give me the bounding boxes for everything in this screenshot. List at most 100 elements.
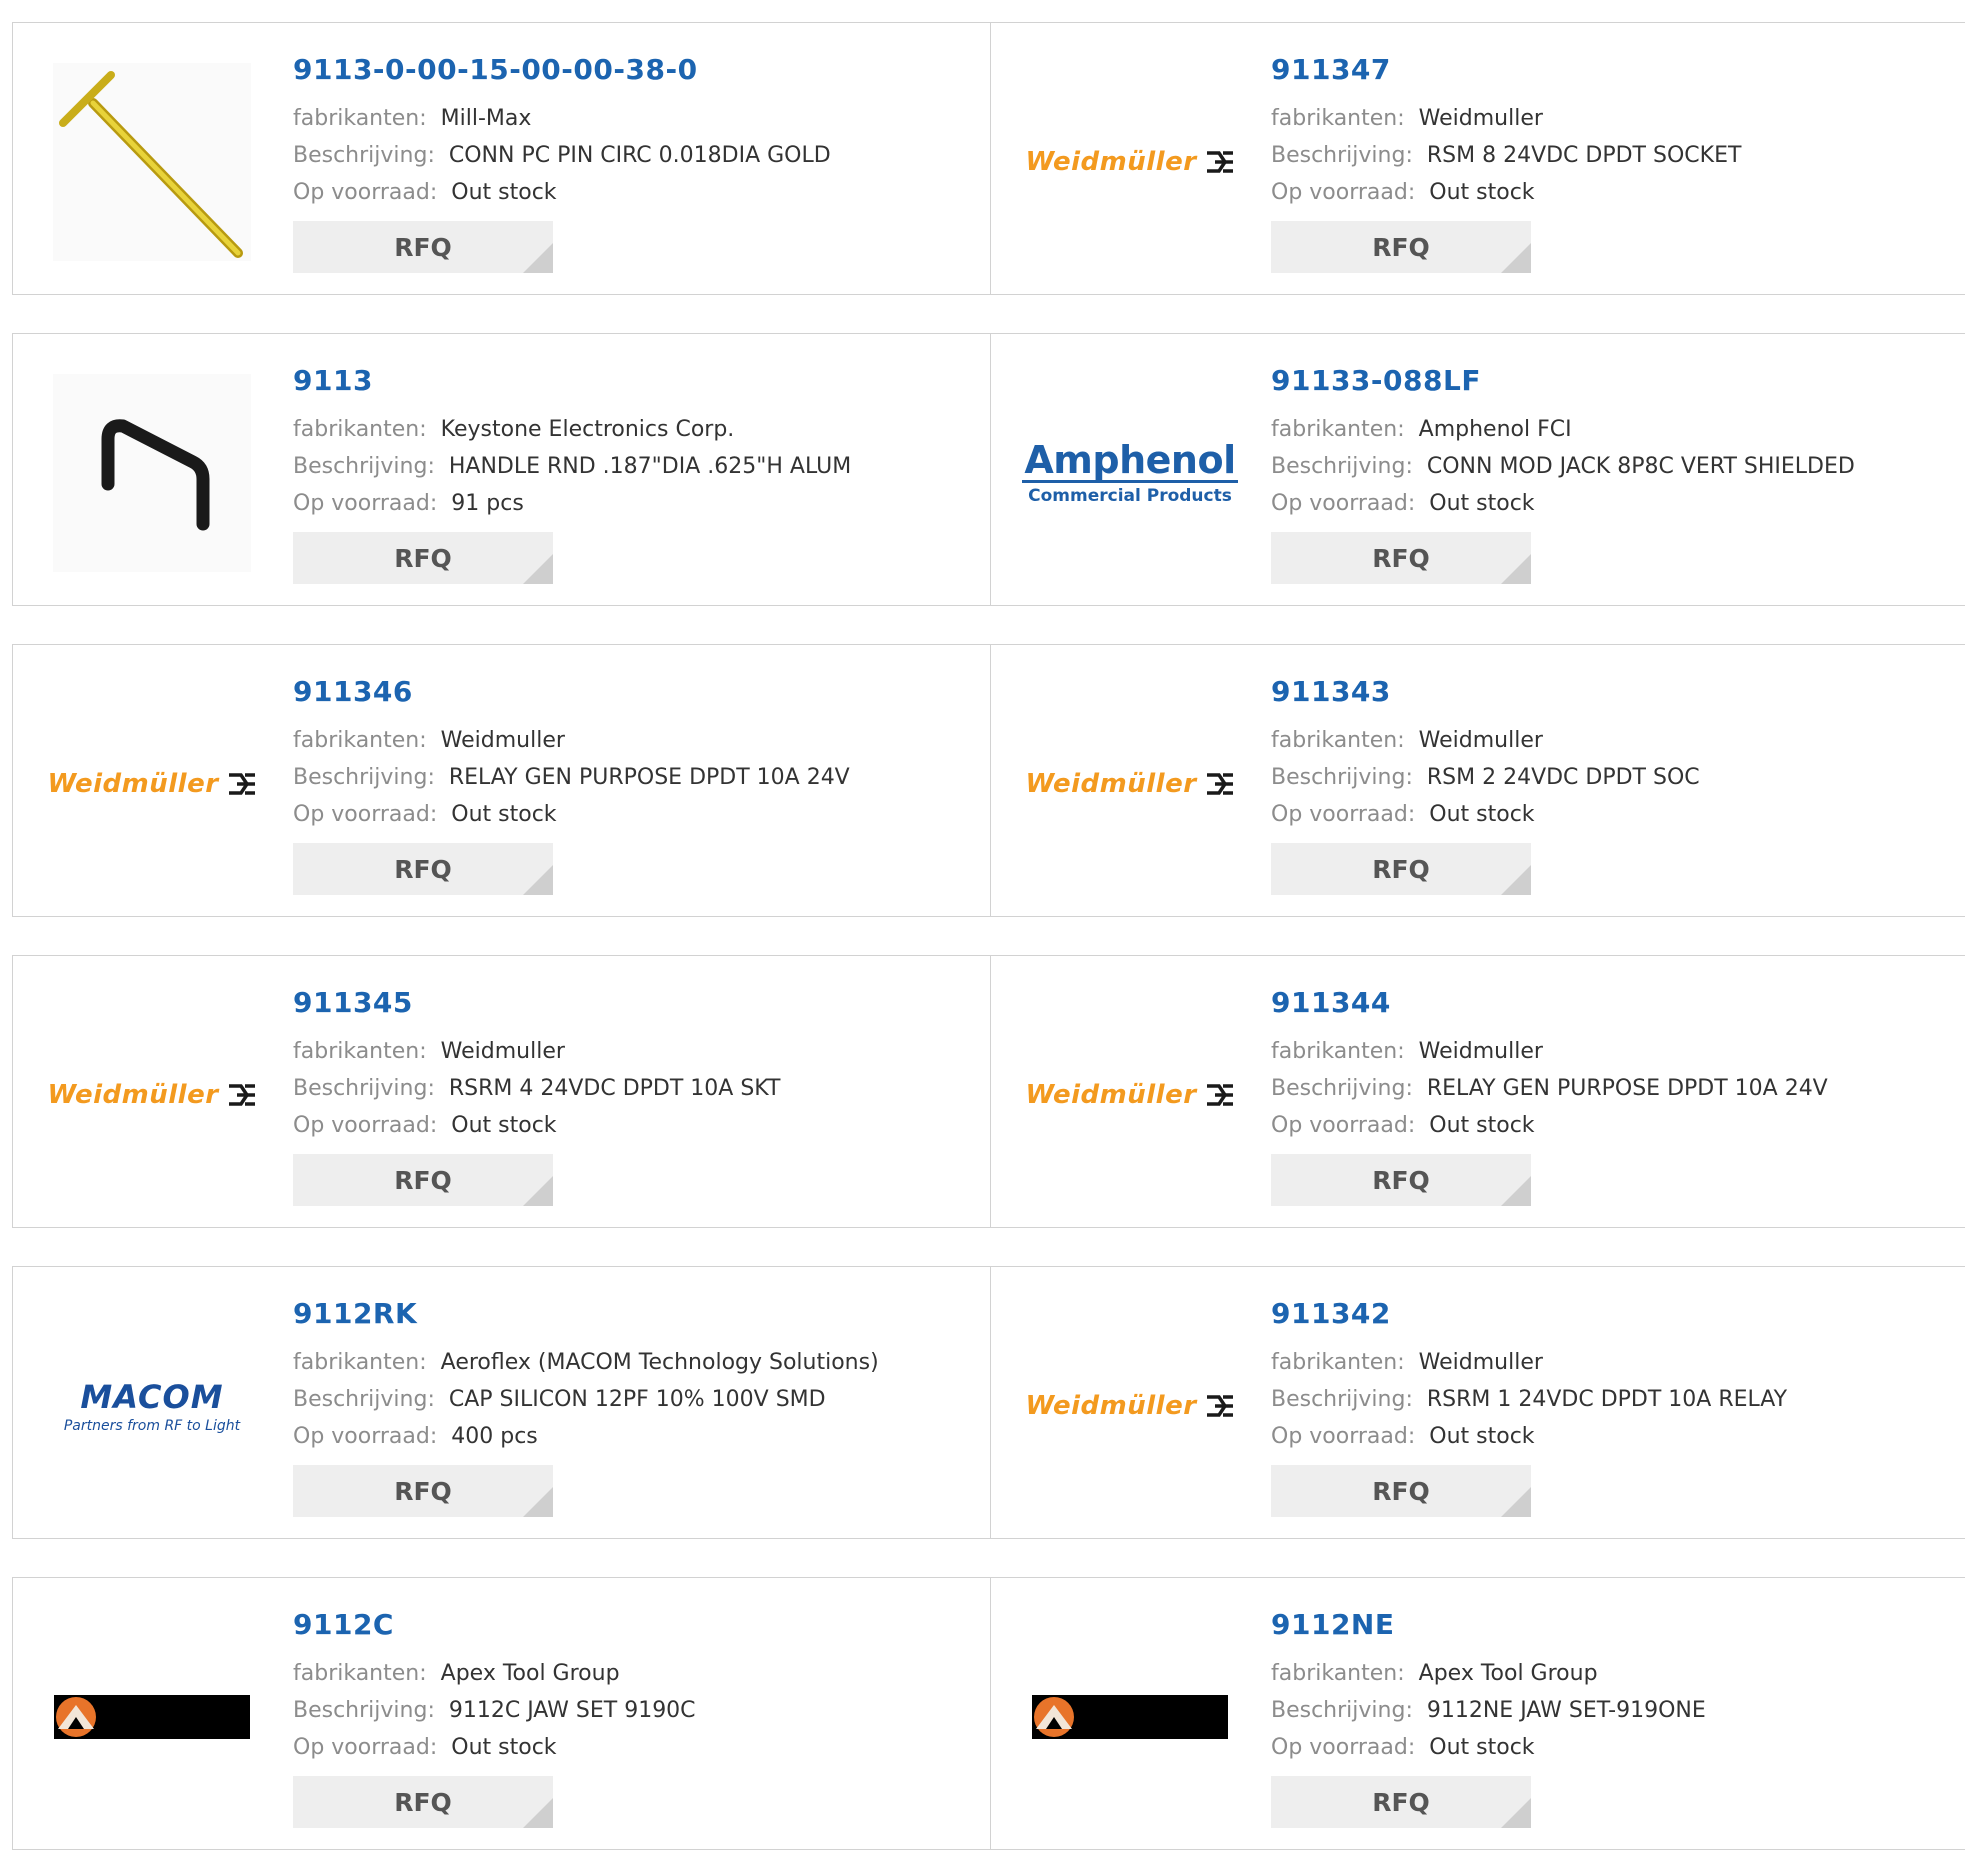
product-info: 9112NE fabrikanten: Apex Tool Group Besc…: [1271, 1608, 1706, 1828]
rfq-button[interactable]: RFQ: [1271, 1776, 1531, 1828]
description-label: Beschrijving:: [1271, 1076, 1413, 1101]
manufacturer-label: fabrikanten:: [1271, 417, 1405, 442]
manufacturer-label: fabrikanten:: [293, 728, 427, 753]
manufacturer-logo[interactable]: Weidmüller: [47, 685, 255, 883]
stock-label: Op voorraad:: [1271, 180, 1416, 205]
rfq-label: RFQ: [394, 543, 452, 573]
product-card: Weidmüller 911347 fabrikanten: Weidmulle…: [990, 22, 1965, 295]
manufacturer-line: fabrikanten: Weidmuller: [293, 1033, 780, 1070]
part-number-link[interactable]: 9112RK: [293, 1297, 879, 1330]
manufacturer-logo[interactable]: Weidmüller: [1025, 685, 1233, 883]
manufacturer-logo[interactable]: [1031, 1618, 1229, 1816]
description-label: Beschrijving:: [293, 765, 435, 790]
stock-value: Out stock: [451, 1735, 557, 1760]
rfq-button[interactable]: RFQ: [1271, 1154, 1531, 1206]
manufacturer-label: fabrikanten:: [1271, 1661, 1405, 1686]
product-info: 91133-088LF fabrikanten: Amphenol FCI Be…: [1271, 364, 1855, 584]
product-card: Weidmüller 911345 fabrikanten: Weidmulle…: [12, 955, 992, 1228]
stock-line: Op voorraad: Out stock: [293, 174, 831, 211]
product-info: 9113-0-00-15-00-00-38-0 fabrikanten: Mil…: [293, 53, 831, 273]
manufacturer-logo[interactable]: Weidmüller: [1025, 996, 1233, 1194]
stock-value: Out stock: [1429, 1735, 1535, 1760]
part-number-link[interactable]: 91133-088LF: [1271, 364, 1855, 397]
rfq-button[interactable]: RFQ: [293, 1776, 553, 1828]
description-value: CONN PC PIN CIRC 0.018DIA GOLD: [448, 143, 831, 168]
manufacturer-logo[interactable]: [53, 1618, 251, 1816]
stock-line: Op voorraad: Out stock: [293, 1107, 780, 1144]
weidmuller-wordmark: Weidmüller: [47, 1080, 219, 1110]
stock-label: Op voorraad:: [1271, 1424, 1416, 1449]
manufacturer-logo[interactable]: Amphenol Commercial Products: [1022, 374, 1238, 572]
amphenol-wordmark: Amphenol: [1022, 438, 1238, 483]
manufacturer-logo[interactable]: MACOM Partners from RF to Light: [53, 1307, 251, 1505]
manufacturer-value: Weidmuller: [1418, 728, 1543, 753]
manufacturer-line: fabrikanten: Weidmuller: [1271, 1344, 1787, 1381]
part-number-link[interactable]: 9112NE: [1271, 1608, 1706, 1641]
rfq-button[interactable]: RFQ: [1271, 1465, 1531, 1517]
description-label: Beschrijving:: [1271, 1698, 1413, 1723]
manufacturer-line: fabrikanten: Keystone Electronics Corp.: [293, 411, 851, 448]
rfq-button[interactable]: RFQ: [1271, 843, 1531, 895]
manufacturer-label: fabrikanten:: [293, 1350, 427, 1375]
part-number-link[interactable]: 911342: [1271, 1297, 1787, 1330]
description-label: Beschrijving:: [1271, 143, 1413, 168]
stock-line: Op voorraad: Out stock: [1271, 1107, 1828, 1144]
stock-value: Out stock: [451, 802, 557, 827]
manufacturer-value: Keystone Electronics Corp.: [440, 417, 735, 442]
corner-fold-icon: [523, 554, 553, 584]
part-number-link[interactable]: 9112C: [293, 1608, 696, 1641]
rfq-button[interactable]: RFQ: [293, 1154, 553, 1206]
part-number-link[interactable]: 911344: [1271, 986, 1828, 1019]
manufacturer-logo[interactable]: Weidmüller: [1025, 1307, 1233, 1505]
description-label: Beschrijving:: [1271, 454, 1413, 479]
part-number-link[interactable]: 9113: [293, 364, 851, 397]
rfq-button[interactable]: RFQ: [293, 221, 553, 273]
amphenol-tagline: Commercial Products: [1028, 486, 1232, 506]
manufacturer-value: Apex Tool Group: [440, 1661, 620, 1686]
corner-fold-icon: [1501, 1176, 1531, 1206]
manufacturer-logo[interactable]: Weidmüller: [1025, 63, 1233, 261]
rfq-button[interactable]: RFQ: [1271, 532, 1531, 584]
product-row: Weidmüller 911346 fabrikanten: Weidmulle…: [12, 644, 1965, 917]
description-label: Beschrijving:: [293, 1076, 435, 1101]
corner-fold-icon: [1501, 554, 1531, 584]
part-number-link[interactable]: 9113-0-00-15-00-00-38-0: [293, 53, 831, 86]
part-number-link[interactable]: 911347: [1271, 53, 1741, 86]
weidmuller-wordmark: Weidmüller: [1025, 1080, 1197, 1110]
stock-value: Out stock: [451, 1113, 557, 1138]
manufacturer-logo[interactable]: [53, 63, 251, 261]
weidmuller-wordmark: Weidmüller: [1025, 769, 1197, 799]
manufacturer-label: fabrikanten:: [293, 417, 427, 442]
manufacturer-value: Amphenol FCI: [1418, 417, 1572, 442]
stock-value: 91 pcs: [451, 491, 524, 516]
stock-value: Out stock: [1429, 1424, 1535, 1449]
macom-tagline: Partners from RF to Light: [63, 1418, 241, 1434]
rfq-button[interactable]: RFQ: [1271, 221, 1531, 273]
part-number-link[interactable]: 911345: [293, 986, 780, 1019]
product-row: 9113-0-00-15-00-00-38-0 fabrikanten: Mil…: [12, 22, 1965, 295]
rfq-button[interactable]: RFQ: [293, 532, 553, 584]
description-value: 9112C JAW SET 9190C: [448, 1698, 696, 1723]
product-info: 9113 fabrikanten: Keystone Electronics C…: [293, 364, 851, 584]
part-number-link[interactable]: 911343: [1271, 675, 1700, 708]
product-info: 911342 fabrikanten: Weidmuller Beschrijv…: [1271, 1297, 1787, 1517]
weidmuller-symbol-icon: [228, 1084, 255, 1106]
description-label: Beschrijving:: [1271, 765, 1413, 790]
product-row: MACOM Partners from RF to Light 9112RK f…: [12, 1266, 1965, 1539]
rfq-label: RFQ: [394, 1165, 452, 1195]
description-value: RELAY GEN PURPOSE DPDT 10A 24V: [1426, 1076, 1828, 1101]
manufacturer-line: fabrikanten: Aeroflex (MACOM Technology …: [293, 1344, 879, 1381]
manufacturer-logo[interactable]: [53, 374, 251, 572]
description-label: Beschrijving:: [293, 1387, 435, 1412]
part-number-link[interactable]: 911346: [293, 675, 850, 708]
manufacturer-line: fabrikanten: Apex Tool Group: [1271, 1655, 1706, 1692]
manufacturer-logo[interactable]: Weidmüller: [47, 996, 255, 1194]
description-line: Beschrijving: RELAY GEN PURPOSE DPDT 10A…: [1271, 1070, 1828, 1107]
corner-fold-icon: [523, 865, 553, 895]
stock-label: Op voorraad:: [293, 802, 438, 827]
rfq-button[interactable]: RFQ: [293, 1465, 553, 1517]
stock-label: Op voorraad:: [293, 1424, 438, 1449]
apex-emblem-icon: [56, 1697, 96, 1737]
rfq-button[interactable]: RFQ: [293, 843, 553, 895]
apex-logo: [1032, 1695, 1228, 1739]
